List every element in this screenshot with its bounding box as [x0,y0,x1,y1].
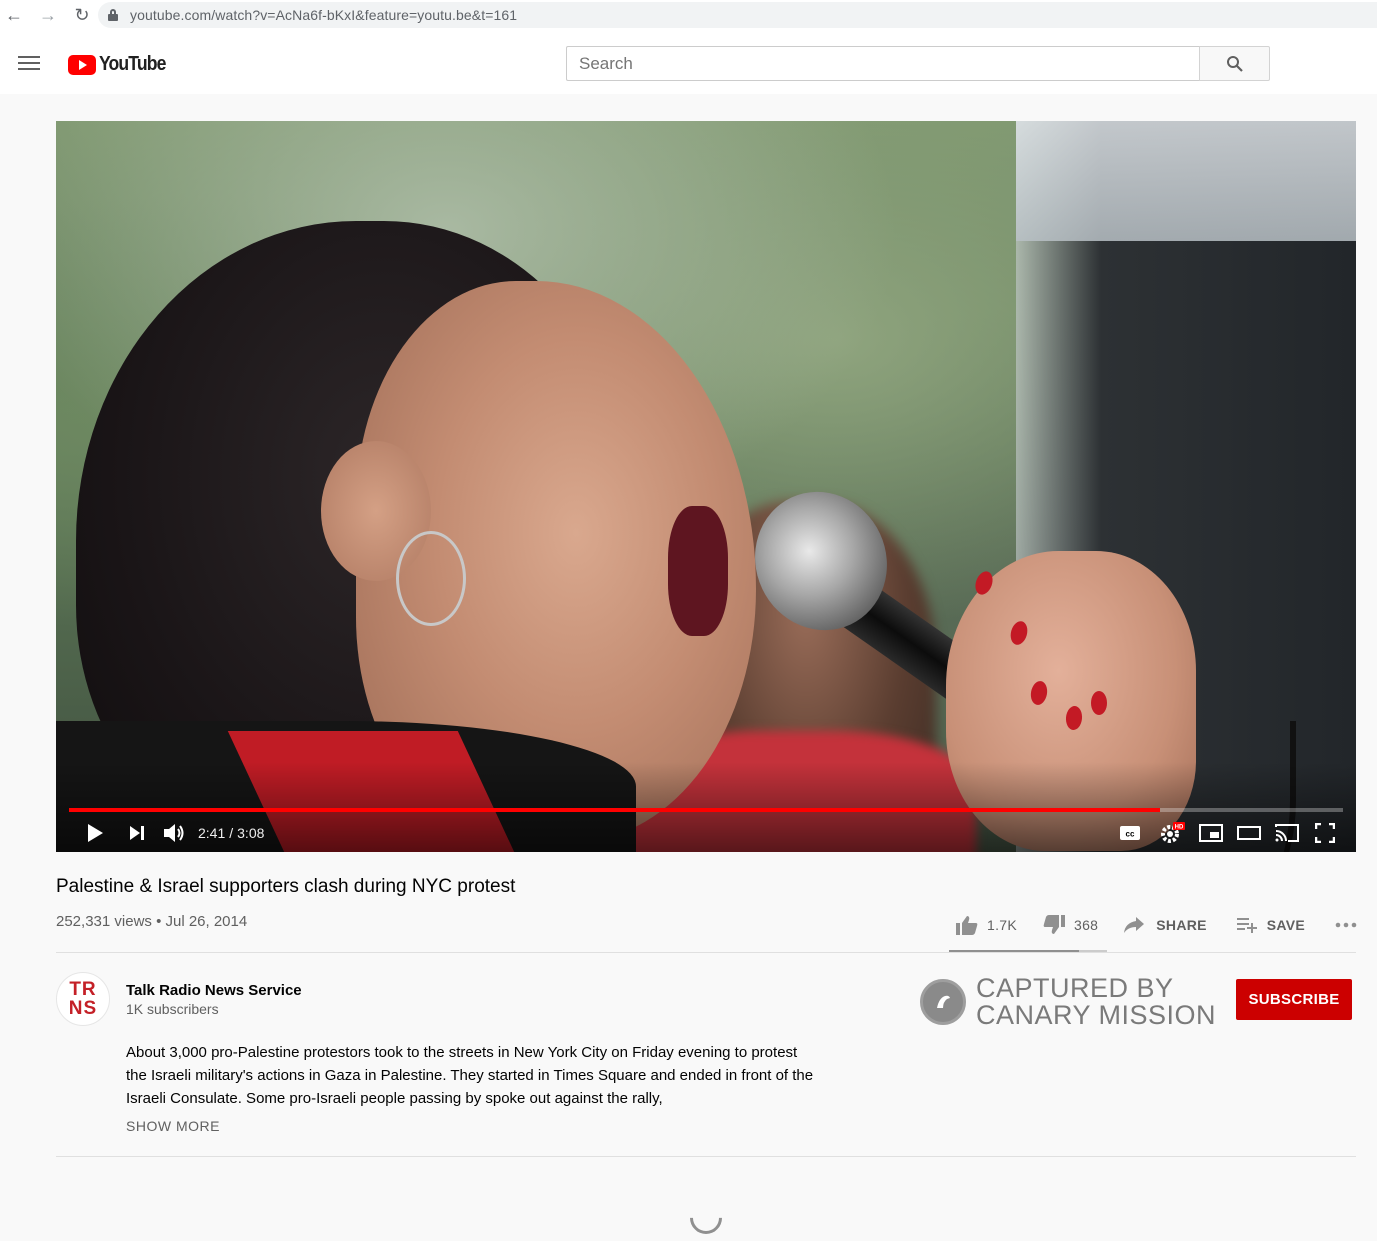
current-time: 2:41 [198,825,226,841]
search-icon [1226,55,1243,72]
svg-text:HD: HD [1175,825,1184,831]
forward-arrow-icon[interactable]: → [36,3,60,27]
subscriber-count: 1K subscribers [126,1001,219,1017]
captions-button[interactable]: cc [1118,815,1142,851]
subscribe-button[interactable]: SUBSCRIBE [1236,979,1352,1020]
share-button[interactable]: SHARE [1124,917,1207,933]
video-player[interactable]: 2:41 / 3:08 cc HD [56,121,1356,852]
url-text: youtube.com/watch?v=AcNa6f-bKxI&feature=… [130,7,518,23]
like-button[interactable]: 1.7K [956,915,1017,935]
add-to-playlist-icon [1236,918,1257,933]
thumbs-down-icon [1043,915,1065,934]
divider [56,1156,1356,1157]
like-count: 1.7K [987,917,1017,933]
dislike-button[interactable]: 368 [1043,915,1098,935]
youtube-play-icon [68,54,96,75]
play-icon [88,824,103,842]
reload-icon[interactable]: ↻ [70,3,94,27]
volume-icon [164,824,184,842]
loading-spinner-icon [683,1195,729,1241]
volume-button[interactable] [162,815,188,851]
play-button[interactable] [82,815,108,851]
back-arrow-icon[interactable]: ← [2,3,26,27]
avatar-text-line2: NS [68,998,98,1019]
watermark-line2: CANARY MISSION [976,1000,1217,1030]
divider [56,952,1356,953]
settings-button[interactable]: HD [1158,815,1188,851]
duration: 3:08 [237,825,265,841]
miniplayer-icon [1199,824,1223,842]
lock-icon [108,9,118,21]
fullscreen-button[interactable] [1310,815,1340,851]
next-icon [130,826,144,840]
video-description: About 3,000 pro-Palestine protestors too… [126,1044,814,1107]
avatar-text-line1: TR [69,979,97,1000]
svg-text:cc: cc [1126,830,1135,839]
cast-icon [1275,824,1299,842]
canary-bird-icon [920,979,966,1025]
player-controls: 2:41 / 3:08 cc HD [56,815,1356,851]
video-actions: 1.7K 368 SHARE SAVE [956,912,1357,938]
theater-mode-button[interactable] [1234,815,1264,851]
browser-toolbar: ← → ↻ youtube.com/watch?v=AcNa6f-bKxI&fe… [0,0,1377,30]
time-separator: / [229,825,234,841]
progress-bar[interactable] [69,808,1343,812]
share-label: SHARE [1156,917,1207,933]
more-actions-button[interactable] [1335,922,1357,928]
view-count-date: 252,331 views • Jul 26, 2014 [56,913,248,930]
address-bar[interactable]: youtube.com/watch?v=AcNa6f-bKxI&feature=… [98,2,1377,28]
channel-name[interactable]: Talk Radio News Service [126,982,302,999]
dislike-count: 368 [1074,917,1099,933]
share-arrow-icon [1124,917,1145,933]
save-label: SAVE [1266,917,1306,933]
more-horizontal-icon [1335,922,1357,928]
canary-mission-watermark: CAPTURED BY CANARY MISSION [920,975,1216,1029]
hamburger-menu-icon[interactable] [18,56,40,70]
video-title: Palestine & Israel supporters clash duri… [56,876,516,897]
youtube-logo[interactable]: YouTube [68,53,175,76]
youtube-header: YouTube [0,30,1377,94]
gear-hd-icon: HD [1161,822,1185,843]
theater-icon [1237,826,1261,840]
miniplayer-button[interactable] [1196,815,1226,851]
cast-button[interactable] [1272,815,1302,851]
search-button[interactable] [1199,46,1270,81]
search-input[interactable] [566,46,1200,81]
fullscreen-icon [1315,823,1335,843]
watermark-line1: CAPTURED BY [976,973,1174,1003]
next-button[interactable] [126,815,148,851]
captions-icon: cc [1120,826,1140,840]
thumbs-up-icon [956,916,978,935]
show-more-link[interactable]: SHOW MORE [126,1118,220,1134]
save-button[interactable]: SAVE [1236,917,1306,933]
progress-played [69,808,1160,812]
logo-text: YouTube [99,53,166,75]
channel-avatar[interactable]: TR NS [56,972,110,1026]
time-display: 2:41 / 3:08 [194,815,264,851]
